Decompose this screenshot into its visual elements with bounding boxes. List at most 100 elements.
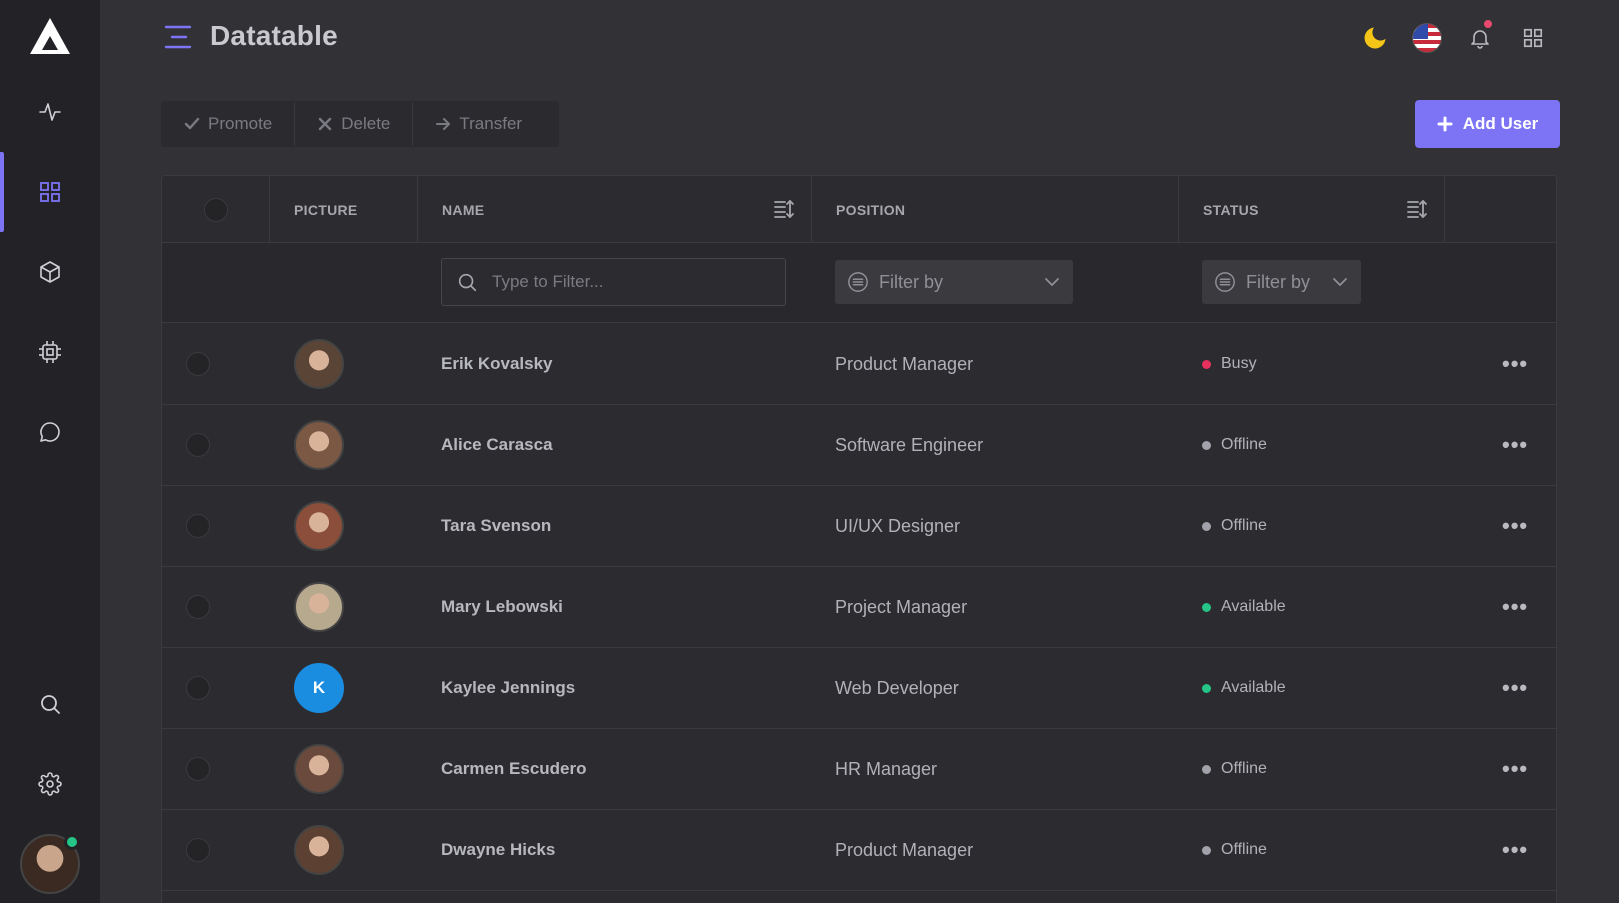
row-checkbox[interactable]	[186, 676, 210, 700]
row-checkbox[interactable]	[186, 433, 210, 457]
status-filter-value: Filter by	[1246, 271, 1311, 292]
logo-icon[interactable]	[28, 16, 72, 56]
status-cell: Offline	[1202, 486, 1267, 566]
activity-icon	[39, 103, 61, 121]
column-header-position: POSITION	[812, 176, 1179, 243]
sort-icon[interactable]	[773, 198, 795, 220]
sidebar-item-activity[interactable]	[0, 72, 100, 152]
status-cell: Available	[1202, 648, 1286, 728]
sidebar	[0, 0, 100, 903]
us-flag-icon	[1412, 23, 1442, 53]
language-selector[interactable]	[1409, 20, 1445, 56]
bell-icon	[1471, 30, 1489, 49]
status-dot	[1202, 845, 1211, 855]
sidebar-item-search[interactable]	[0, 664, 100, 744]
table-row[interactable]: Mary Lebowski Project Manager Available …	[162, 567, 1556, 648]
user-name: Dwayne Hicks	[441, 840, 556, 859]
gear-icon	[38, 772, 62, 796]
status-badge: Offline	[1202, 760, 1267, 778]
status-dot	[1202, 683, 1211, 693]
notifications-button[interactable]	[1462, 20, 1498, 56]
row-checkbox[interactable]	[186, 838, 210, 862]
position-cell: HR Manager	[835, 729, 937, 809]
status-badge: Offline	[1202, 436, 1267, 454]
name-filter[interactable]	[441, 258, 786, 306]
avatar	[294, 501, 344, 551]
select-all-cell	[162, 176, 270, 243]
more-options-icon[interactable]: •••	[1502, 351, 1528, 377]
sidebar-item-dashboard[interactable]	[0, 152, 100, 232]
theme-toggle[interactable]	[1357, 20, 1393, 56]
apps-button[interactable]	[1515, 20, 1551, 56]
row-select-cell	[186, 405, 210, 485]
status-dot	[1202, 521, 1211, 531]
sort-icon[interactable]	[1406, 198, 1428, 220]
name-cell: Dwayne Hicks	[441, 810, 555, 890]
delete-button[interactable]: Delete	[295, 102, 414, 146]
more-options-icon[interactable]: •••	[1502, 675, 1528, 701]
row-select-cell	[186, 729, 210, 809]
add-user-button[interactable]: Add User	[1415, 100, 1560, 148]
table-row[interactable]: Alice Carasca Software Engineer Offline …	[162, 405, 1556, 486]
column-label-name: NAME	[442, 201, 485, 218]
table-row[interactable]: Dwayne Hicks Product Manager Offline •••	[162, 810, 1556, 891]
picture-cell: K	[294, 648, 344, 728]
check-icon	[184, 117, 200, 130]
sidebar-item-chat[interactable]	[0, 392, 100, 472]
row-checkbox[interactable]	[186, 757, 210, 781]
more-options-icon[interactable]: •••	[1502, 432, 1528, 458]
user-avatar[interactable]	[20, 834, 80, 894]
cpu-icon	[39, 341, 61, 363]
filter-list-icon	[848, 272, 868, 292]
status-dot	[1202, 602, 1211, 612]
column-header-name: NAME	[418, 176, 812, 243]
table-row[interactable]: Tara Svenson UI/UX Designer Offline •••	[162, 486, 1556, 567]
status-label: Offline	[1221, 517, 1267, 534]
status-label: Offline	[1221, 436, 1267, 453]
user-position: Project Manager	[835, 596, 968, 617]
row-select-cell	[186, 810, 210, 890]
row-checkbox[interactable]	[186, 595, 210, 619]
more-options-icon[interactable]: •••	[1502, 594, 1528, 620]
status-badge: Offline	[1202, 841, 1267, 859]
status-label: Available	[1221, 598, 1286, 615]
row-select-cell	[186, 567, 210, 647]
more-options-icon[interactable]: •••	[1502, 837, 1528, 863]
sidebar-item-box[interactable]	[0, 232, 100, 312]
status-cell: Busy	[1202, 324, 1257, 404]
status-filter-select[interactable]: Filter by	[1202, 260, 1361, 304]
actions-cell: •••	[1502, 648, 1528, 728]
avatar	[294, 825, 344, 875]
promote-button[interactable]: Promote	[162, 102, 296, 146]
user-position: Product Manager	[835, 353, 974, 374]
status-dot	[1202, 764, 1211, 774]
picture-cell	[294, 729, 344, 809]
sidebar-item-settings[interactable]	[0, 744, 100, 824]
user-name: Alice Carasca	[441, 435, 553, 454]
name-filter-input[interactable]	[492, 272, 762, 292]
sidebar-item-cpu[interactable]	[0, 312, 100, 392]
avatar-initial: K	[312, 678, 326, 697]
user-name: Tara Svenson	[441, 516, 552, 535]
position-filter-select[interactable]: Filter by	[835, 260, 1073, 304]
chat-icon	[40, 422, 60, 442]
user-position: Software Engineer	[835, 434, 984, 455]
select-all-checkbox[interactable]	[203, 197, 228, 222]
table-row[interactable]: Carmen Escudero HR Manager Offline •••	[162, 729, 1556, 810]
more-options-icon[interactable]: •••	[1502, 513, 1528, 539]
search-icon	[41, 695, 60, 714]
table-row[interactable]: Erik Kovalsky Product Manager Busy •••	[162, 324, 1556, 405]
actions-cell: •••	[1502, 324, 1528, 404]
menu-icon[interactable]	[164, 24, 192, 50]
row-checkbox[interactable]	[186, 352, 210, 376]
status-label: Offline	[1221, 760, 1267, 777]
chevron-down-icon	[1045, 278, 1059, 287]
table-row[interactable]: K Kaylee Jennings Web Developer Availabl…	[162, 648, 1556, 729]
column-label-status: STATUS	[1203, 201, 1259, 218]
user-name: Mary Lebowski	[441, 597, 563, 616]
transfer-button[interactable]: Transfer	[413, 102, 544, 146]
more-options-icon[interactable]: •••	[1502, 756, 1528, 782]
position-cell: Project Manager	[835, 567, 967, 647]
avatar	[294, 339, 344, 389]
row-checkbox[interactable]	[186, 514, 210, 538]
